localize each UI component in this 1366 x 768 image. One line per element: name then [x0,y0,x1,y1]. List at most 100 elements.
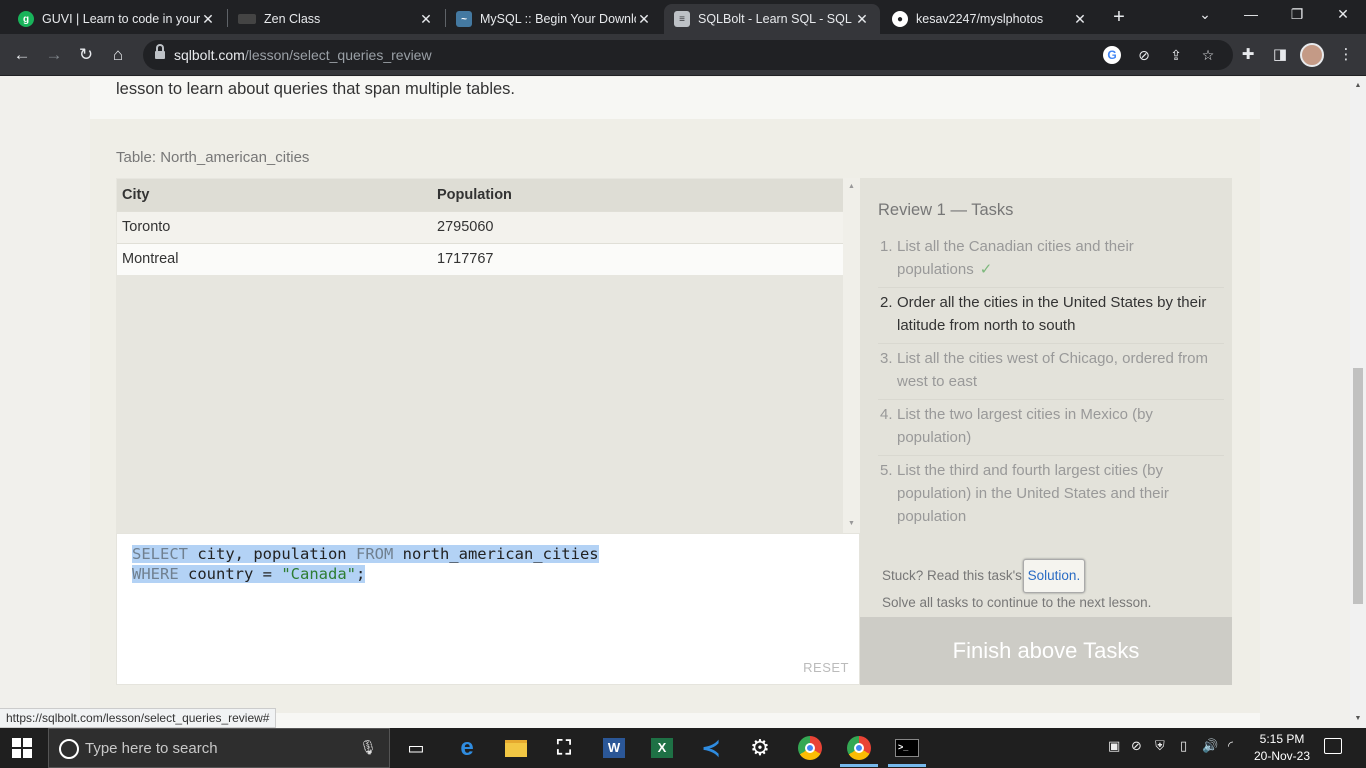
side-panel-icon[interactable]: ◨ [1270,45,1290,65]
status-url: https://sqlbolt.com/lesson/select_querie… [0,708,277,728]
query-editor[interactable]: SELECT city, population FROM north_ameri… [116,533,860,685]
query-code[interactable]: SELECT city, population FROM north_ameri… [132,544,599,584]
terminal-icon[interactable]: >_ [893,734,921,762]
tasks-panel: Review 1 — Tasks 1. List all the Canadian… [860,178,1232,685]
table-cell: 2795060 [432,210,843,243]
scroll-up-arrow-icon[interactable]: ▲ [843,180,860,194]
page-viewport: lesson to learn about queries that span … [0,77,1350,728]
table-row: Montreal 1717767 [117,242,843,275]
settings-gear-icon[interactable]: ⚙ [746,734,774,762]
table-row: Toronto 2795060 [117,210,843,243]
close-icon[interactable]: ✕ [636,11,652,28]
close-window-button[interactable]: ✕ [1320,0,1366,30]
browser-toolbar: ← → ↻ ⌂ sqlbolt.com/lesson/select_querie… [0,34,1366,76]
avatar[interactable] [1300,43,1324,67]
tray-notification-off-icon[interactable]: ⊘ [1131,738,1142,754]
help-text: Stuck? Read this task's Solution. Solve … [882,559,1151,613]
column-header-city: City [117,179,432,211]
tab-mysql[interactable]: ~ MySQL :: Begin Your Downlo ✕ [446,4,662,34]
taskbar-search-box[interactable]: Type here to search 🎙 [48,728,390,768]
page-scrollbar[interactable]: ▲ ▼ [1350,77,1366,728]
microphone-icon[interactable]: 🎙 [359,739,377,756]
new-tab-button[interactable]: + [1108,6,1130,28]
search-placeholder: Type here to search [85,740,218,757]
url-text: sqlbolt.com/lesson/select_queries_review [174,47,432,63]
scrollbar-thumb[interactable] [1353,368,1363,604]
code-line: WHERE country = "Canada"; [132,565,366,583]
tab-guvi[interactable]: g GUVI | Learn to code in your ✕ [8,4,226,34]
table-scrollbar[interactable]: ▲ ▼ [843,178,860,533]
scroll-up-arrow-icon[interactable]: ▲ [1350,79,1366,93]
minimize-button[interactable]: — [1228,0,1274,30]
column-header-population: Population [432,179,843,211]
star-icon[interactable]: ☆ [1199,46,1217,64]
intro-text: lesson to learn about queries that span … [116,80,515,98]
tray-app-icon[interactable]: ▣ [1108,738,1120,754]
file-explorer-icon[interactable] [502,734,530,762]
forward-button[interactable]: → [41,42,67,68]
tab-search-icon[interactable]: ⌄ [1182,0,1228,30]
battery-icon[interactable]: ▯ [1180,738,1187,754]
table-caption: Table: North_american_cities [116,149,310,166]
chrome-icon[interactable] [796,734,824,762]
finish-tasks-button[interactable]: Finish above Tasks [860,617,1232,685]
task-item: 1. List all the Canadian cities and their… [878,232,1224,288]
close-icon[interactable]: ✕ [1072,11,1088,28]
menu-icon[interactable]: ⋮ [1336,45,1356,65]
scroll-down-arrow-icon[interactable]: ▼ [1350,712,1366,726]
restore-button[interactable]: ❐ [1274,0,1320,30]
table-header-row: City Population [117,179,843,211]
home-button[interactable]: ⌂ [105,42,131,68]
reload-button[interactable]: ↻ [73,42,99,68]
tab-title: GUVI | Learn to code in your [42,12,200,26]
volume-icon[interactable]: 🔊 [1202,738,1218,754]
tab-zen-class[interactable]: Zen Class ✕ [228,4,444,34]
zen-icon [238,14,256,24]
scroll-down-arrow-icon[interactable]: ▼ [843,517,860,531]
task-item: 2. Order all the cities in the United Sta… [878,288,1224,344]
tab-title: Zen Class [264,12,321,26]
close-icon[interactable]: ✕ [418,11,434,28]
shield-icon[interactable]: ⛨ [1155,738,1165,754]
tab-sqlbolt[interactable]: ≡ SQLBolt - Learn SQL - SQL R ✕ [664,4,880,34]
store-icon[interactable]: ⛶ [550,734,578,762]
table-cell: Toronto [117,210,432,243]
solution-link[interactable]: Solution. [1022,559,1086,593]
tab-title: kesav2247/myslphotos [916,12,1044,26]
task-item: 5. List the third and fourth largest citi… [880,462,1169,525]
word-icon[interactable]: W [600,734,628,762]
windows-start-icon[interactable] [12,738,32,758]
eye-off-icon[interactable]: ⊘ [1135,46,1153,64]
tab-title: MySQL :: Begin Your Downlo [480,12,636,26]
clock-date: 20-Nov-23 [1253,749,1311,763]
back-button[interactable]: ← [9,42,35,68]
clock-time: 5:15 PM [1259,732,1305,746]
edge-icon[interactable]: e [453,734,481,762]
chrome-active-icon[interactable] [845,734,873,762]
system-clock[interactable]: 5:15 PM 20-Nov-23 [1250,731,1314,765]
excel-icon[interactable]: X [648,734,676,762]
google-icon[interactable]: G [1103,46,1121,64]
code-line: SELECT city, population FROM north_ameri… [132,545,599,563]
reset-button[interactable]: RESET [803,660,849,675]
wifi-icon[interactable]: ◜ [1228,738,1233,754]
address-bar[interactable]: sqlbolt.com/lesson/select_queries_review… [143,40,1233,70]
table-cell: 1717767 [432,242,843,275]
task-item: 4. List the two largest cities in Mexico … [878,400,1224,456]
close-icon[interactable]: ✕ [200,11,216,28]
github-icon: ● [892,11,908,27]
close-icon[interactable]: ✕ [854,11,870,28]
notification-center-icon[interactable] [1324,738,1342,754]
table-cell: Montreal [117,242,432,275]
cortana-icon [59,739,79,759]
tab-strip: g GUVI | Learn to code in your ✕ Zen Cla… [0,0,1366,34]
task-list: 1. List all the Canadian cities and their… [878,232,1224,534]
extensions-icon[interactable]: ✚ [1238,45,1258,65]
tasks-title: Review 1 — Tasks [878,201,1014,219]
share-icon[interactable]: ⇪ [1167,46,1185,64]
guvi-icon: g [18,11,34,27]
mysql-icon: ~ [456,11,472,27]
vscode-icon[interactable]: ≺ [697,734,725,762]
task-view-icon[interactable]: ▭ [402,734,430,762]
tab-github[interactable]: ● kesav2247/myslphotos ✕ [882,4,1098,34]
